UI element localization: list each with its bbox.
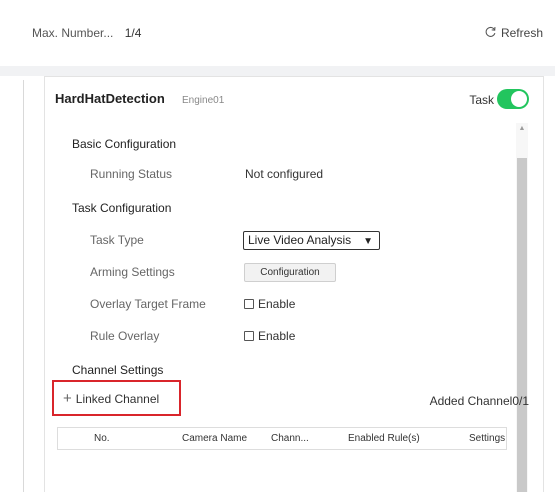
task-type-value: Live Video Analysis [248,233,352,247]
task-title: HardHatDetection [55,91,165,106]
task-type-select[interactable]: Live Video Analysis ▼ [243,231,380,250]
column-enabled-rules: Enabled Rule(s) [348,433,420,444]
overlay-target-enable[interactable]: Enable [244,297,295,311]
content-pane: HardHatDetection Engine01 Task ▲ Basic C… [0,76,555,492]
plus-icon: + [63,390,72,407]
refresh-button[interactable]: Refresh [484,25,543,41]
task-toggle-label: Task [469,93,494,107]
engine-label: Engine01 [182,95,225,106]
rule-overlay-enable-label: Enable [258,329,296,343]
overlay-target-enable-label: Enable [258,297,296,311]
configuration-button[interactable]: Configuration [244,263,336,282]
overlay-target-checkbox[interactable] [244,299,254,309]
overlay-target-label: Overlay Target Frame [90,297,206,311]
max-number-value: 1/4 [124,26,142,40]
task-card: HardHatDetection Engine01 Task ▲ Basic C… [44,76,544,492]
linked-channel-button[interactable]: + Linked Channel [63,390,160,407]
rule-overlay-checkbox[interactable] [244,331,254,341]
section-gap [0,66,555,76]
scrollbar[interactable]: ▲ [516,123,528,492]
scroll-thumb[interactable] [517,158,527,492]
task-type-label: Task Type [90,233,144,247]
rule-overlay-enable[interactable]: Enable [244,329,295,343]
chevron-down-icon: ▼ [363,236,373,247]
basic-config-heading: Basic Configuration [72,137,177,151]
toggle-knob [511,91,527,107]
task-toggle[interactable] [497,89,529,109]
scroll-up-icon[interactable]: ▲ [518,125,526,133]
refresh-icon [484,25,497,41]
channel-settings-heading: Channel Settings [72,363,164,377]
max-number-label: Max. Number... [32,26,114,40]
column-channel: Chann... [271,433,309,444]
top-bar: Max. Number... 1/4 Refresh [0,0,555,66]
task-config-heading: Task Configuration [72,201,172,215]
added-channel-count: Added Channel0/1 [429,394,529,408]
arming-settings-label: Arming Settings [90,265,175,279]
max-number: Max. Number... 1/4 [32,26,141,40]
linked-channel-label: Linked Channel [75,392,160,406]
column-settings: Settings [469,433,506,444]
channel-table-header: No. Camera Name Chann... Enabled Rule(s)… [57,427,507,450]
refresh-label: Refresh [500,26,543,40]
linked-channel-highlight: + Linked Channel [52,380,181,416]
column-no: No. [94,433,110,444]
running-status-label: Running Status [90,167,173,181]
column-camera-name: Camera Name [182,433,248,444]
running-status-value: Not configured [245,167,324,181]
rule-overlay-label: Rule Overlay [90,329,160,343]
left-divider [23,80,24,492]
